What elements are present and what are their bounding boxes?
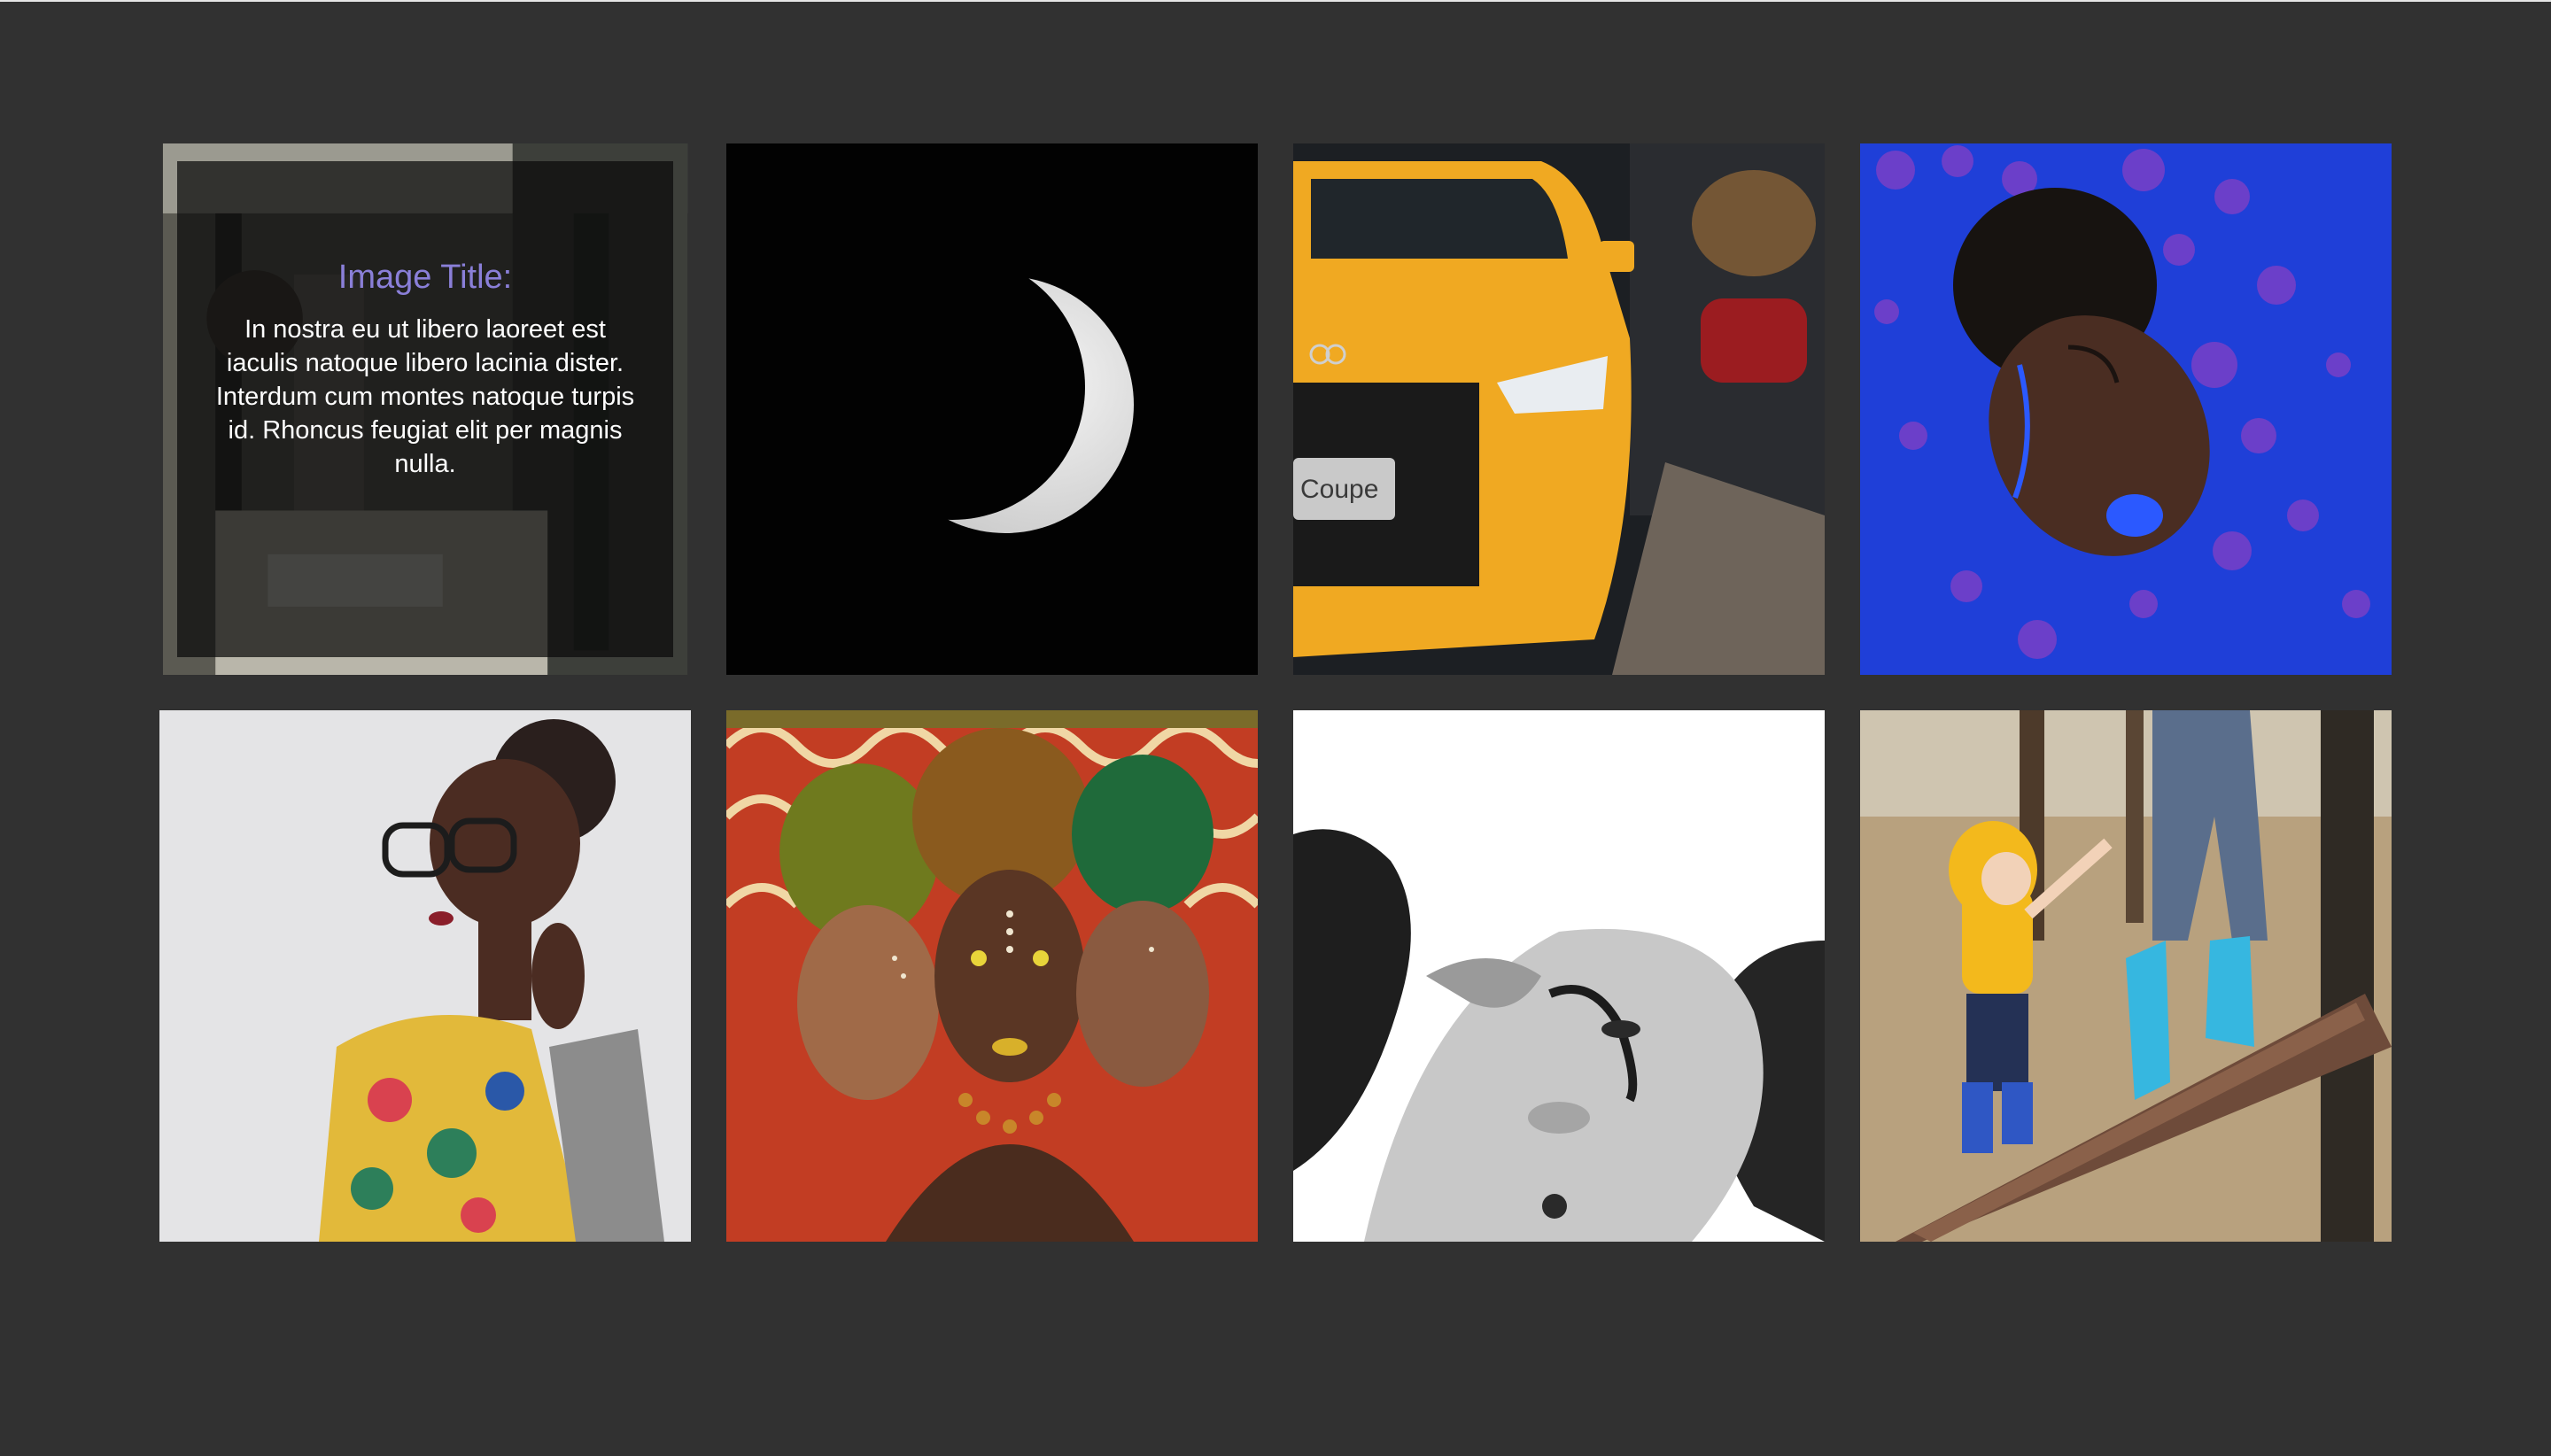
- yellow-car-image: Coupe: [1293, 143, 1825, 675]
- moon-image: [726, 143, 1258, 675]
- image-title: Image Title:: [337, 258, 513, 296]
- three-women-headwraps-image: [726, 710, 1258, 1242]
- gallery-item-1[interactable]: Image Title: In nostra eu ut libero laor…: [159, 143, 691, 682]
- gallery-item-8[interactable]: [1860, 710, 2392, 1242]
- top-edge: [0, 0, 2551, 2]
- license-plate-text: Coupe: [1300, 475, 1378, 504]
- gallery-item-6[interactable]: [726, 710, 1258, 1242]
- gallery-item-7[interactable]: [1293, 710, 1825, 1242]
- image-description: In nostra eu ut libero laoreet est iacul…: [215, 314, 635, 478]
- woman-with-glasses-image: [159, 710, 691, 1242]
- gallery-item-2[interactable]: [726, 143, 1258, 675]
- gallery-item-5[interactable]: [159, 710, 691, 1242]
- child-on-log-image: [1860, 710, 2392, 1242]
- image-gallery: Image Title: In nostra eu ut libero laor…: [159, 143, 2392, 1242]
- blue-water-portrait-image: [1860, 143, 2392, 675]
- monochrome-portrait-image: [1293, 710, 1825, 1242]
- gallery-item-3[interactable]: Coupe: [1293, 143, 1825, 675]
- image-caption-overlay: Image Title: In nostra eu ut libero laor…: [177, 161, 673, 657]
- gallery-item-4[interactable]: [1860, 143, 2392, 675]
